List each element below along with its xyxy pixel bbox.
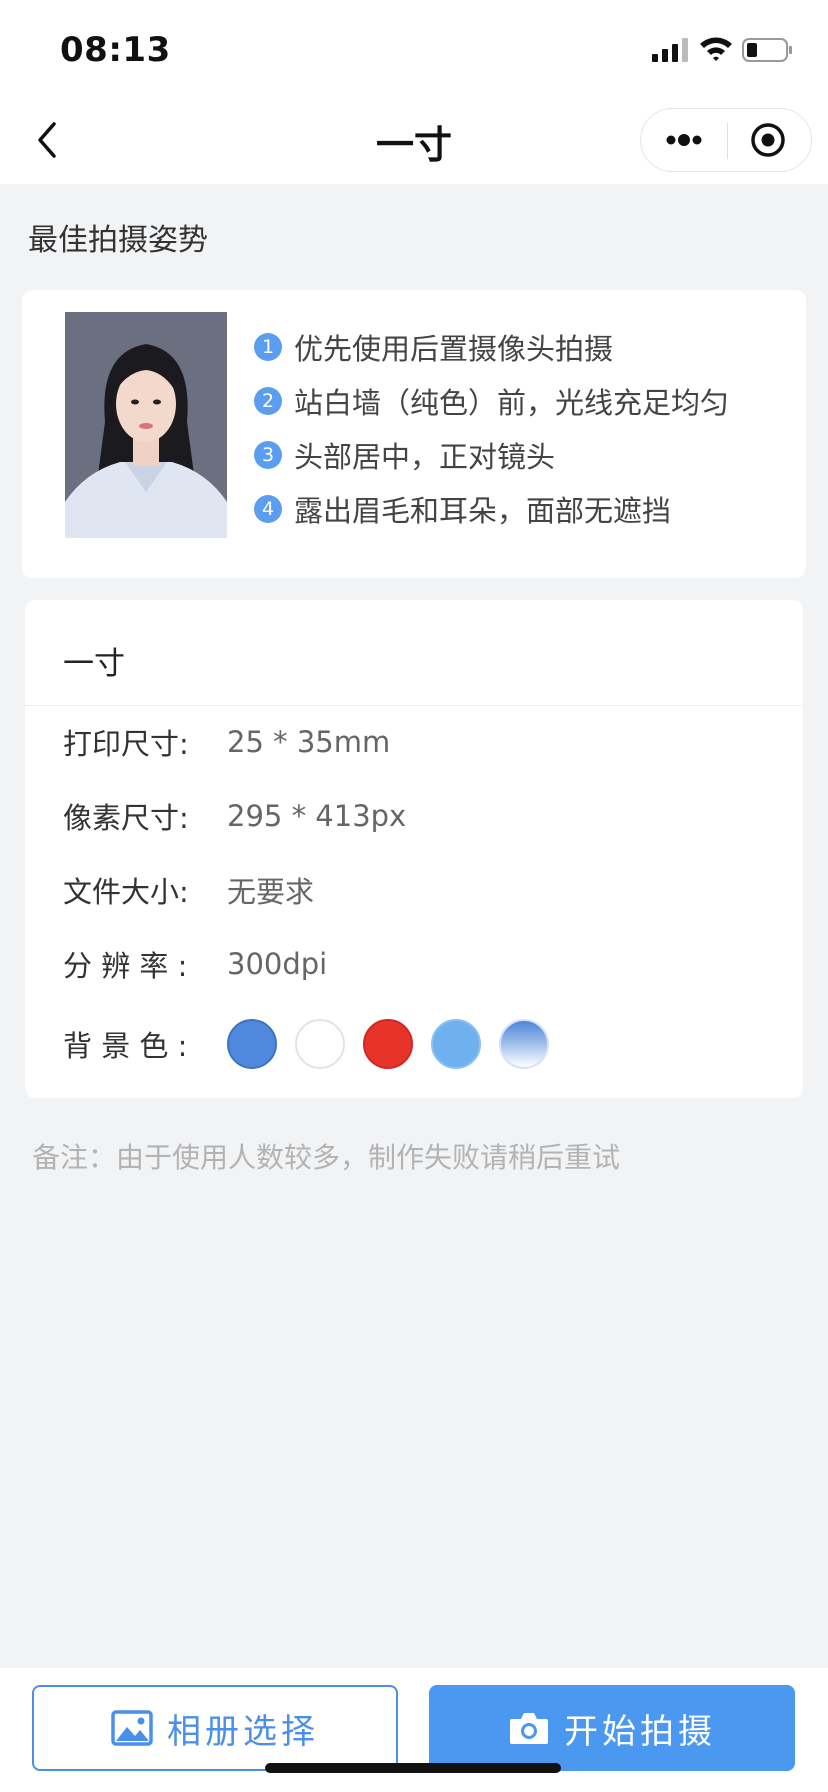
shooting-tips-card: 1 优先使用后置摄像头拍摄 2 站白墙（纯色）前，光线充足均匀 3 头部居中，正…	[22, 290, 806, 578]
tip-number: 4	[254, 495, 282, 523]
section-title: 最佳拍摄姿势	[28, 223, 208, 258]
tip-text: 优先使用后置摄像头拍摄	[294, 332, 614, 366]
tip-number: 1	[254, 333, 282, 361]
swatch-red[interactable]	[363, 1019, 413, 1069]
resolution-value: 300dpi	[227, 947, 328, 981]
start-shooting-label: 开始拍摄	[564, 1711, 716, 1752]
photo-spec-card: 一寸 打印尺寸: 25 * 35mm 像素尺寸: 295 * 413px 文件大…	[25, 600, 803, 1098]
print-size-row: 打印尺寸: 25 * 35mm	[63, 722, 390, 762]
tip-text: 头部居中，正对镜头	[294, 440, 556, 474]
divider	[25, 705, 803, 706]
pixel-size-row: 像素尺寸: 295 * 413px	[63, 796, 406, 836]
tip-number: 2	[254, 387, 282, 415]
tip-text: 露出眉毛和耳朵，面部无遮挡	[294, 494, 672, 528]
cellular-signal-icon	[652, 38, 688, 62]
album-select-label: 相册选择	[167, 1711, 319, 1752]
nav-bar: 一寸	[0, 96, 828, 184]
status-bar: 08:13	[0, 0, 828, 96]
tip-list: 1 优先使用后置摄像头拍摄 2 站白墙（纯色）前，光线充足均匀 3 头部居中，正…	[254, 320, 729, 536]
resolution-row: 分 辨 率 : 300dpi	[63, 944, 327, 984]
album-select-button[interactable]: 相册选择	[32, 1685, 398, 1771]
close-miniprogram-button[interactable]	[727, 109, 813, 171]
print-size-value: 25 * 35mm	[227, 725, 391, 759]
more-button[interactable]	[641, 109, 727, 171]
pixel-size-label: 像素尺寸:	[63, 801, 189, 835]
swatch-gradient-blue[interactable]	[499, 1019, 549, 1069]
home-indicator	[265, 1763, 561, 1773]
print-size-label: 打印尺寸:	[63, 727, 189, 761]
file-size-row: 文件大小: 无要求	[63, 870, 314, 910]
wifi-icon	[700, 37, 732, 61]
bottom-action-bar: 相册选择 开始拍摄	[0, 1668, 828, 1792]
tip-text: 站白墙（纯色）前，光线充足均匀	[294, 386, 730, 420]
file-size-label: 文件大小:	[63, 875, 189, 909]
background-color-label: 背 景 色 :	[63, 1029, 188, 1063]
status-time: 08:13	[60, 30, 171, 70]
swatch-blue[interactable]	[227, 1019, 277, 1069]
sample-portrait-photo	[65, 312, 227, 538]
list-item: 3 头部居中，正对镜头	[254, 428, 729, 482]
target-circle-icon	[751, 123, 785, 157]
battery-icon	[742, 38, 792, 62]
spec-title: 一寸	[63, 646, 125, 682]
swatch-white[interactable]	[295, 1019, 345, 1069]
background-color-row: 背 景 色 :	[63, 1018, 567, 1070]
background-swatches	[227, 1019, 567, 1069]
start-shooting-button[interactable]: 开始拍摄	[429, 1685, 795, 1771]
pixel-size-value: 295 * 413px	[227, 799, 407, 833]
more-dots-icon	[666, 134, 702, 146]
tip-number: 3	[254, 441, 282, 469]
list-item: 4 露出眉毛和耳朵，面部无遮挡	[254, 482, 729, 536]
swatch-light-blue[interactable]	[431, 1019, 481, 1069]
mini-program-capsule	[640, 108, 812, 172]
resolution-label: 分 辨 率 :	[63, 949, 188, 983]
list-item: 1 优先使用后置摄像头拍摄	[254, 320, 729, 374]
list-item: 2 站白墙（纯色）前，光线充足均匀	[254, 374, 729, 428]
file-size-value: 无要求	[227, 875, 315, 909]
camera-icon	[510, 1713, 548, 1744]
note-text: 备注：由于使用人数较多，制作失败请稍后重试	[32, 1141, 621, 1174]
image-icon	[111, 1710, 153, 1746]
